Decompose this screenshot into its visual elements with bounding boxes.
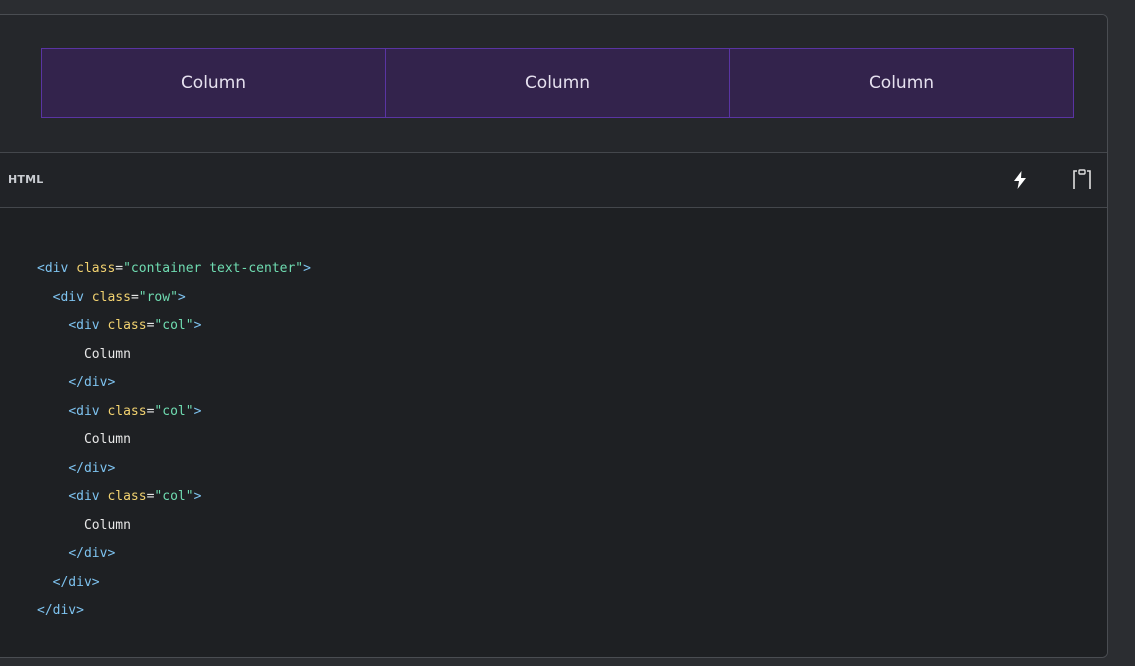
code-token: </div> [68, 375, 116, 390]
copy-icon-glyph [1073, 169, 1091, 189]
code-token: class [91, 289, 131, 305]
code-line: </div> [37, 455, 311, 484]
code-token: <div [52, 289, 84, 305]
code-line: <div class="col"> [37, 398, 311, 427]
code-token: </div> [37, 603, 84, 618]
code-token: </div> [68, 460, 116, 476]
page: Column Column Column HTML <div class="co… [0, 0, 1135, 666]
preview-column: Column [730, 48, 1074, 118]
code-token: class [107, 489, 147, 504]
code-listing[interactable]: <div class="container text-center"> <div… [37, 255, 311, 626]
code-token: </div> [52, 574, 100, 590]
code-token: = [130, 289, 139, 305]
rendered-preview: Column Column Column [0, 15, 1107, 152]
code-token: "row" [138, 289, 178, 305]
code-token: "container text-center" [123, 261, 304, 276]
copy-icon[interactable] [1071, 168, 1093, 192]
code-token: Column [83, 432, 131, 447]
code-line: Column [37, 426, 311, 455]
code-line: <div class="col"> [37, 312, 311, 341]
code-language-label: HTML [8, 173, 44, 186]
code-token: > [193, 489, 202, 504]
code-line: </div> [37, 540, 311, 569]
code-token: "col" [154, 318, 194, 333]
code-line: </div> [37, 569, 311, 598]
code-token: class [107, 318, 147, 333]
code-block[interactable]: <div class="container text-center"> <div… [0, 208, 1107, 657]
preview-column: Column [386, 48, 730, 118]
code-line: </div> [37, 597, 311, 626]
code-line: Column [37, 341, 311, 370]
code-token: <div [68, 489, 100, 504]
lightning-icon-glyph [1014, 171, 1026, 189]
code-line: <div class="container text-center"> [37, 255, 311, 284]
code-line: <div class="col"> [37, 483, 311, 512]
code-token: > [177, 289, 186, 305]
code-header: HTML [0, 152, 1107, 208]
code-token: Column [83, 346, 131, 362]
lightning-icon[interactable] [1009, 168, 1031, 192]
code-token: <div [68, 318, 100, 333]
code-token: > [303, 261, 311, 276]
code-token: > [193, 403, 202, 419]
code-token: = [115, 261, 124, 276]
code-token: "col" [154, 489, 194, 504]
code-token: class [76, 261, 116, 276]
code-line: </div> [37, 369, 311, 398]
code-token: <div [68, 403, 100, 419]
code-token: </div> [68, 546, 116, 561]
code-token: <div [37, 261, 69, 276]
code-example-panel: Column Column Column HTML <div class="co… [0, 14, 1108, 658]
code-token: "col" [154, 403, 194, 419]
code-line: Column [37, 512, 311, 541]
code-token: Column [83, 517, 131, 533]
code-token: > [193, 318, 202, 333]
preview-row: Column Column Column [41, 48, 1074, 118]
code-line: <div class="row"> [37, 284, 311, 313]
code-token: class [107, 403, 147, 419]
preview-column: Column [41, 48, 386, 118]
